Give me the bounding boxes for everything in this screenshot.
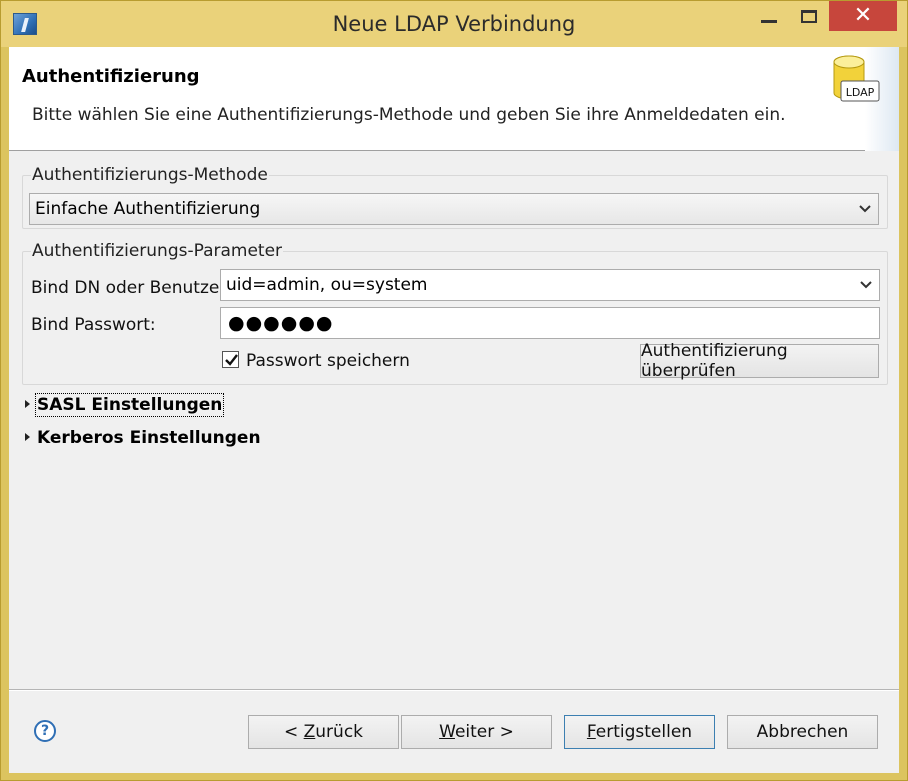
- method-group: Authentifizierungs-Methode Einfache Auth…: [22, 165, 888, 229]
- page-description: Bitte wählen Sie eine Authentifizierungs…: [32, 105, 786, 125]
- bind-dn-value: uid=admin, ou=system: [226, 275, 428, 295]
- dialog-content: Authentifizierung Bitte wählen Sie eine …: [9, 47, 899, 773]
- bind-dn-combo[interactable]: uid=admin, ou=system: [220, 269, 880, 301]
- minimize-icon: [761, 19, 777, 23]
- help-icon: ?: [40, 723, 50, 739]
- back-button[interactable]: < Zurück: [248, 715, 399, 749]
- auth-method-select[interactable]: Einfache Authentifizierung: [29, 193, 879, 225]
- params-group-label: Authentifizierungs-Parameter: [31, 241, 284, 261]
- sasl-section-toggle[interactable]: SASL Einstellungen: [34, 393, 225, 417]
- chevron-down-icon: [859, 205, 871, 213]
- save-password-label[interactable]: Passwort speichern: [246, 351, 410, 371]
- cancel-button[interactable]: Abbrechen: [727, 715, 878, 749]
- ldap-icon-label: LDAP: [846, 86, 875, 99]
- maximize-icon: [801, 9, 817, 23]
- cancel-label: Abbrechen: [756, 722, 849, 742]
- title-bar[interactable]: Neue LDAP Verbindung ✕: [1, 1, 907, 47]
- ldap-database-icon: LDAP: [833, 55, 880, 102]
- auth-method-value: Einfache Authentifizierung: [35, 199, 261, 219]
- password-field[interactable]: ●●●●●●: [220, 307, 880, 339]
- next-label: Weiter >: [439, 722, 514, 742]
- next-button[interactable]: Weiter >: [401, 715, 552, 749]
- password-label: Bind Passwort:: [31, 315, 156, 335]
- kerberos-expand-icon[interactable]: [25, 433, 30, 441]
- sasl-expand-icon[interactable]: [25, 400, 30, 408]
- dialog-window: Neue LDAP Verbindung ✕ Authentifizierung…: [0, 0, 908, 781]
- chevron-down-icon: [860, 281, 872, 289]
- kerberos-section-toggle[interactable]: Kerberos Einstellungen: [37, 428, 261, 448]
- bind-dn-label: Bind DN oder Benutzer:: [31, 278, 232, 298]
- page-title: Authentifizierung: [22, 66, 200, 87]
- minimize-button[interactable]: [747, 1, 791, 31]
- params-group: Authentifizierungs-Parameter Bind DN ode…: [22, 241, 888, 385]
- wizard-banner: Authentifizierung Bitte wählen Sie eine …: [9, 47, 899, 151]
- check-authentication-label: Authentifizierung überprüfen: [641, 341, 788, 381]
- close-icon: ✕: [853, 3, 873, 28]
- close-button[interactable]: ✕: [829, 1, 897, 31]
- maximize-button[interactable]: [787, 1, 831, 31]
- password-mask: ●●●●●●: [228, 312, 334, 334]
- footer-separator: [9, 689, 899, 691]
- back-label: < Zurück: [283, 722, 364, 742]
- save-password-checkbox[interactable]: [222, 351, 239, 368]
- finish-button[interactable]: Fertigstellen: [564, 715, 715, 749]
- finish-label: Fertigstellen: [586, 722, 693, 742]
- checkmark-icon: [225, 354, 238, 366]
- method-group-label: Authentifizierungs-Methode: [31, 165, 269, 185]
- help-button[interactable]: ?: [34, 720, 56, 742]
- check-authentication-button[interactable]: Authentifizierung überprüfen: [640, 341, 879, 381]
